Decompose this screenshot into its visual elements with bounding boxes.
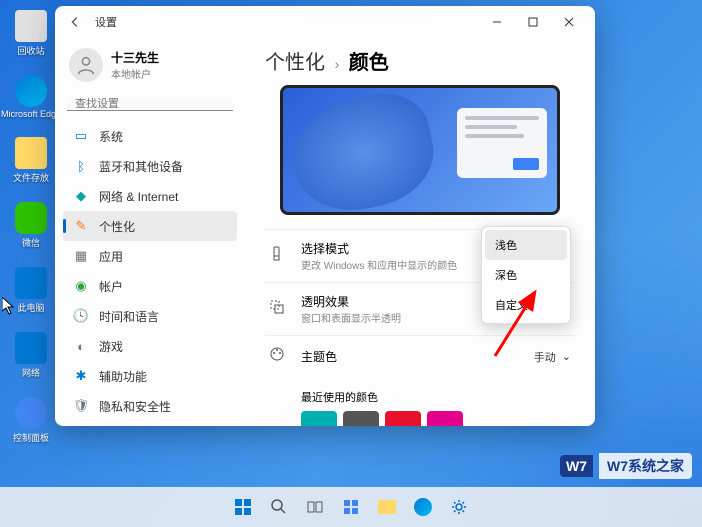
desktop-icon-label: 控制面板	[13, 431, 49, 444]
chevron-down-icon: ⌄	[562, 350, 571, 363]
edge-icon	[15, 75, 47, 107]
nav-label: 个性化	[99, 218, 135, 235]
nav-icon: ✎	[73, 218, 89, 234]
nav-label: 系统	[99, 128, 123, 145]
breadcrumb-parent[interactable]: 个性化	[265, 52, 325, 74]
accent-title: 主题色	[301, 348, 522, 365]
mode-option-2[interactable]: 自定义	[485, 290, 567, 320]
nav-label: 帐户	[99, 278, 123, 295]
nav-item-2[interactable]: ◆ 网络 & Internet	[63, 181, 237, 211]
nav-icon: ◆	[73, 188, 89, 204]
accent-dropdown[interactable]: 手动 ⌄	[534, 349, 571, 365]
user-account-type: 本地帐户	[111, 66, 159, 81]
color-swatch-3[interactable]	[427, 411, 463, 426]
nav-item-10[interactable]: ⟳Windows 更新	[63, 421, 237, 426]
watermark: W7 W7系统之家	[560, 453, 692, 479]
maximize-button[interactable]	[515, 8, 551, 36]
wechat-icon	[15, 202, 47, 234]
brush-icon	[269, 246, 289, 267]
sidebar: 十三先生 本地帐户 ▭ 系统 ᛒ 蓝牙和其他设备 ◆ 网络 & Internet ✎ 个性化 ▦…	[55, 38, 245, 426]
desktop-icon-label: 此电脑	[17, 301, 44, 314]
start-button[interactable]	[228, 492, 258, 522]
setting-accent-color[interactable]: 主题色 手动 ⌄	[265, 335, 575, 377]
settings-window: 设置 十三先生 本地帐户 ▭ 系统 ᛒ 蓝牙和其他设备 ◆ 网络 & Internet ✎ 个…	[55, 6, 595, 426]
explorer-button[interactable]	[372, 492, 402, 522]
desktop-icon-4[interactable]: 此电脑	[10, 267, 52, 314]
search-input[interactable]	[67, 98, 233, 111]
nav-label: 应用	[99, 248, 123, 265]
breadcrumb-current: 颜色	[349, 52, 389, 74]
chevron-right-icon: ›	[335, 56, 340, 72]
nav-icon: 🛡	[73, 398, 89, 414]
search-button[interactable]	[264, 492, 294, 522]
recent-colors-label: 最近使用的颜色	[301, 389, 571, 405]
nav-label: 网络 & Internet	[99, 188, 178, 205]
nav-item-3[interactable]: ✎ 个性化	[63, 211, 237, 241]
desktop-icon-label: 回收站	[17, 44, 44, 57]
avatar	[69, 48, 103, 82]
color-swatch-2[interactable]	[385, 411, 421, 426]
mode-option-0[interactable]: 浅色	[485, 230, 567, 260]
nav-icon: ✱	[73, 368, 89, 384]
desktop-icon-2[interactable]: 文件存放	[10, 137, 52, 184]
breadcrumb: 个性化 › 颜色	[265, 46, 575, 75]
desktop-icon-5[interactable]: 网络	[10, 332, 52, 379]
nav-label: 隐私和安全性	[99, 398, 171, 415]
nav-item-4[interactable]: ▦ 应用	[63, 241, 237, 271]
widgets-button[interactable]	[336, 492, 366, 522]
nav-item-6[interactable]: 🕓 时间和语言	[63, 301, 237, 331]
close-button[interactable]	[551, 8, 587, 36]
desktop-icon-3[interactable]: 微信	[10, 202, 52, 249]
back-button[interactable]	[63, 10, 87, 34]
window-title: 设置	[95, 14, 117, 30]
nav-item-9[interactable]: 🛡 隐私和安全性	[63, 391, 237, 421]
mode-option-1[interactable]: 深色	[485, 260, 567, 290]
nav-icon: 🕓	[73, 308, 89, 324]
net-icon	[15, 332, 47, 364]
palette-icon	[269, 346, 289, 367]
nav-icon: ▦	[73, 248, 89, 264]
nav-item-7[interactable]: ◐ 游戏	[63, 331, 237, 361]
desktop-icon-1[interactable]: Microsoft Edge	[10, 75, 52, 119]
nav-icon: ▭	[73, 128, 89, 144]
main-panel: 个性化 › 颜色 选择模式 更改 Windows 和应用中显示的颜色 浅色深色自…	[245, 38, 595, 426]
nav-icon: ᛒ	[73, 158, 89, 174]
titlebar: 设置	[55, 6, 595, 38]
desktop-icon-label: 微信	[22, 236, 40, 249]
taskbar	[0, 487, 702, 527]
mode-dropdown: 浅色深色自定义	[481, 226, 571, 324]
nav-item-5[interactable]: ◉ 帐户	[63, 271, 237, 301]
nav-item-8[interactable]: ✱ 辅助功能	[63, 361, 237, 391]
recycle-icon	[15, 10, 47, 42]
folder-icon	[15, 137, 47, 169]
color-swatch-0[interactable]	[301, 411, 337, 426]
nav-item-0[interactable]: ▭ 系统	[63, 121, 237, 151]
nav-label: 辅助功能	[99, 368, 147, 385]
nav-label: 时间和语言	[99, 308, 159, 325]
user-name: 十三先生	[111, 49, 159, 66]
cp-icon	[15, 397, 47, 429]
nav-label: 蓝牙和其他设备	[99, 158, 183, 175]
settings-taskbar-button[interactable]	[444, 492, 474, 522]
desktop-icon-label: 文件存放	[13, 171, 49, 184]
user-profile[interactable]: 十三先生 本地帐户	[63, 44, 237, 86]
desktop-icon-label: 网络	[22, 366, 40, 379]
color-swatch-1[interactable]	[343, 411, 379, 426]
desktop-icon-6[interactable]: 控制面板	[10, 397, 52, 444]
nav-icon: ◐	[73, 338, 89, 354]
setting-choose-mode[interactable]: 选择模式 更改 Windows 和应用中显示的颜色 浅色深色自定义	[265, 229, 575, 282]
minimize-button[interactable]	[479, 8, 515, 36]
pc-icon	[15, 267, 47, 299]
desktop-icon-0[interactable]: 回收站	[10, 10, 52, 57]
nav-item-1[interactable]: ᛒ 蓝牙和其他设备	[63, 151, 237, 181]
edge-button[interactable]	[408, 492, 438, 522]
desktop-icon-label: Microsoft Edge	[1, 109, 61, 119]
color-preview	[280, 85, 560, 215]
task-view-button[interactable]	[300, 492, 330, 522]
nav-label: 游戏	[99, 338, 123, 355]
transparency-icon	[269, 299, 289, 320]
nav-icon: ◉	[73, 278, 89, 294]
